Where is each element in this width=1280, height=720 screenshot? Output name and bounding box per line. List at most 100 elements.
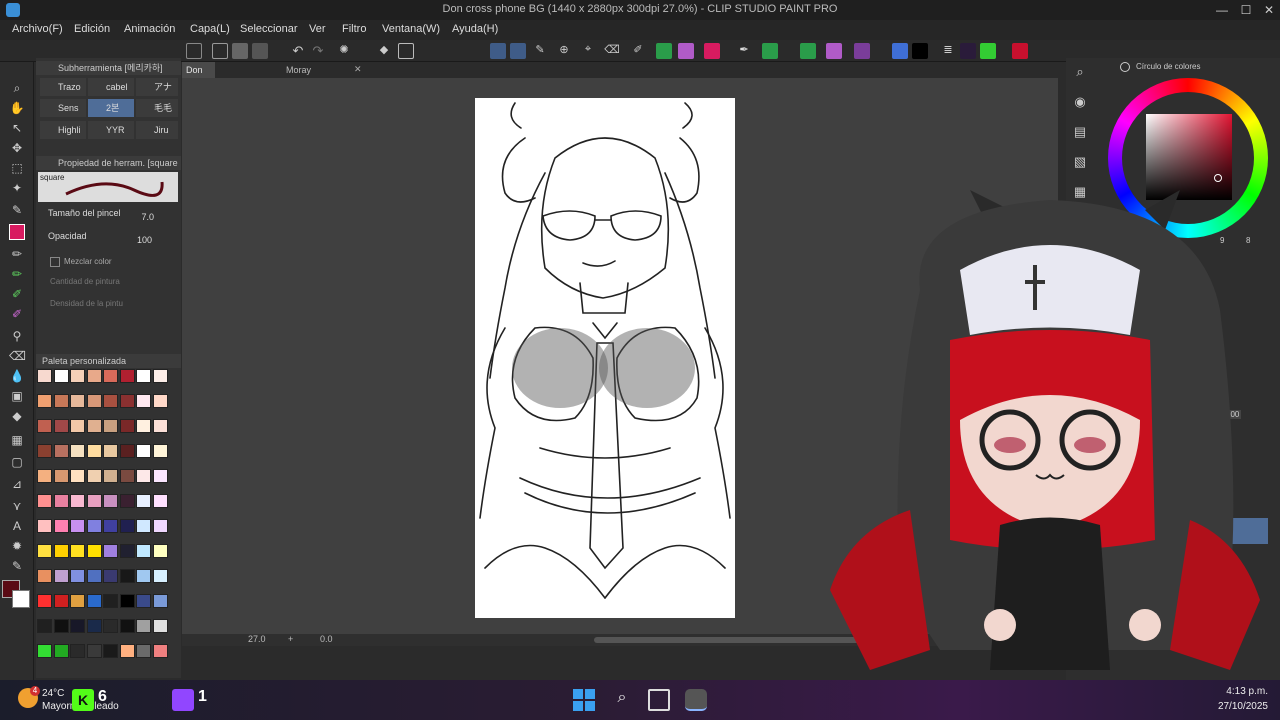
palette-swatch[interactable]: [37, 444, 52, 458]
palette-swatch[interactable]: [70, 594, 85, 608]
task-view-icon[interactable]: [648, 689, 670, 711]
palette-swatch[interactable]: [53, 444, 69, 458]
palette-swatch[interactable]: [119, 569, 135, 583]
palette-swatch[interactable]: [103, 444, 118, 458]
palette-swatch[interactable]: [37, 644, 52, 658]
palette-swatch[interactable]: [70, 369, 85, 383]
select-icon[interactable]: ⊕: [556, 43, 572, 59]
palette-swatch[interactable]: [70, 444, 85, 458]
red-color-chip[interactable]: [1012, 43, 1028, 59]
palette-swatch[interactable]: [53, 469, 69, 483]
purple-pen-icon[interactable]: [678, 43, 694, 59]
palette-swatch[interactable]: [53, 394, 69, 408]
decoration-icon[interactable]: ⚲: [9, 328, 25, 344]
blend-icon[interactable]: 💧: [9, 368, 25, 384]
palette-swatch[interactable]: [86, 444, 102, 458]
palette-swatch[interactable]: [37, 594, 52, 608]
pen-tool-icon[interactable]: [9, 224, 25, 240]
palette-swatch[interactable]: [70, 569, 85, 583]
menu-filtro[interactable]: Filtro: [342, 23, 366, 35]
palette-swatch[interactable]: [37, 494, 52, 508]
palette-swatch[interactable]: [136, 494, 151, 508]
purple-marker-icon[interactable]: [826, 43, 842, 59]
layer-stack-icon[interactable]: ≣: [940, 43, 956, 59]
palette-swatch[interactable]: [119, 544, 135, 558]
loading-icon[interactable]: ✺: [336, 43, 352, 59]
magenta-brush-icon[interactable]: [854, 43, 870, 59]
menu-ayuda[interactable]: Ayuda(H): [452, 23, 498, 35]
palette-swatch[interactable]: [70, 419, 85, 433]
palette-swatch[interactable]: [53, 494, 69, 508]
sub-color-swatch[interactable]: [12, 590, 30, 608]
palette-swatch[interactable]: [103, 644, 118, 658]
palette-swatch[interactable]: [103, 569, 118, 583]
palette-swatch[interactable]: [119, 419, 135, 433]
palette-swatch[interactable]: [152, 469, 168, 483]
palette-swatch[interactable]: [119, 494, 135, 508]
main-color-chip[interactable]: [704, 43, 720, 59]
palette-swatch[interactable]: [103, 594, 118, 608]
palette-swatch[interactable]: [70, 519, 85, 533]
palette-swatch[interactable]: [152, 394, 168, 408]
palette-swatch[interactable]: [152, 419, 168, 433]
palette-swatch[interactable]: [152, 494, 168, 508]
palette-swatch[interactable]: [103, 394, 118, 408]
palette-swatch[interactable]: [53, 519, 69, 533]
green-pen-icon[interactable]: [656, 43, 672, 59]
layer-property-icon[interactable]: ▤: [1070, 124, 1090, 144]
subtool-highlight[interactable]: Highli: [40, 121, 86, 139]
palette-swatch[interactable]: [37, 619, 52, 633]
palette-swatch[interactable]: [37, 394, 52, 408]
palette-swatch[interactable]: [119, 644, 135, 658]
eyedropper-icon[interactable]: ✎: [9, 202, 25, 218]
menu-capa[interactable]: Capa(L): [190, 23, 230, 35]
palette-swatch[interactable]: [37, 419, 52, 433]
eraser-icon[interactable]: ⌫: [604, 43, 620, 59]
opacity-value[interactable]: 100: [128, 235, 152, 245]
palette-swatch[interactable]: [70, 494, 85, 508]
close-button[interactable]: ✕: [1259, 2, 1279, 18]
palette-swatch[interactable]: [119, 594, 135, 608]
ruler-snap-icon[interactable]: [490, 43, 506, 59]
auto-select-icon[interactable]: ✦: [9, 180, 25, 196]
navigator-icon[interactable]: ⌕: [1070, 64, 1090, 84]
brush-tool-icon[interactable]: ✒: [736, 43, 752, 59]
line-icon[interactable]: ⋎: [9, 498, 25, 514]
airbrush-icon[interactable]: ✐: [9, 306, 25, 322]
palette-swatch[interactable]: [53, 369, 69, 383]
palette-swatch[interactable]: [136, 419, 151, 433]
palette-swatch[interactable]: [136, 544, 151, 558]
palette-swatch[interactable]: [70, 544, 85, 558]
hand-icon[interactable]: ✋: [9, 100, 25, 116]
palette-swatch[interactable]: [70, 644, 85, 658]
maximize-button[interactable]: ☐: [1236, 2, 1256, 18]
tab-don-cross[interactable]: Don cross phone BG: [182, 62, 216, 123]
palette-swatch[interactable]: [103, 494, 118, 508]
palette-swatch[interactable]: [86, 419, 102, 433]
undo-icon[interactable]: ↶: [290, 43, 306, 59]
palette-swatch[interactable]: [136, 519, 151, 533]
new-file-icon[interactable]: [212, 43, 228, 59]
palette-swatch[interactable]: [136, 619, 151, 633]
subtool-hair[interactable]: 毛毛毛: [136, 99, 178, 131]
palette-swatch[interactable]: [119, 619, 135, 633]
close-tab-icon[interactable]: ✕: [354, 64, 362, 75]
palette-swatch[interactable]: [53, 644, 69, 658]
text-icon[interactable]: A: [9, 518, 25, 534]
lasso-icon[interactable]: ⌖: [580, 43, 596, 59]
frame-icon[interactable]: ▢: [9, 454, 25, 470]
dark-purple-color-chip[interactable]: [960, 43, 976, 59]
palette-swatch[interactable]: [103, 419, 118, 433]
palette-swatch[interactable]: [136, 569, 151, 583]
palette-swatch[interactable]: [86, 619, 102, 633]
operation-icon[interactable]: ↖: [9, 120, 25, 136]
subtool-trazo[interactable]: Trazo: [40, 78, 86, 96]
palette-swatch[interactable]: [53, 419, 69, 433]
palette-swatch[interactable]: [86, 494, 102, 508]
move-layer-icon[interactable]: ✥: [9, 140, 25, 156]
palette-swatch[interactable]: [86, 594, 102, 608]
palette-swatch[interactable]: [152, 544, 168, 558]
zoom-icon[interactable]: ⌕: [9, 80, 25, 96]
open-file-icon[interactable]: [232, 43, 248, 59]
palette-swatch[interactable]: [86, 519, 102, 533]
